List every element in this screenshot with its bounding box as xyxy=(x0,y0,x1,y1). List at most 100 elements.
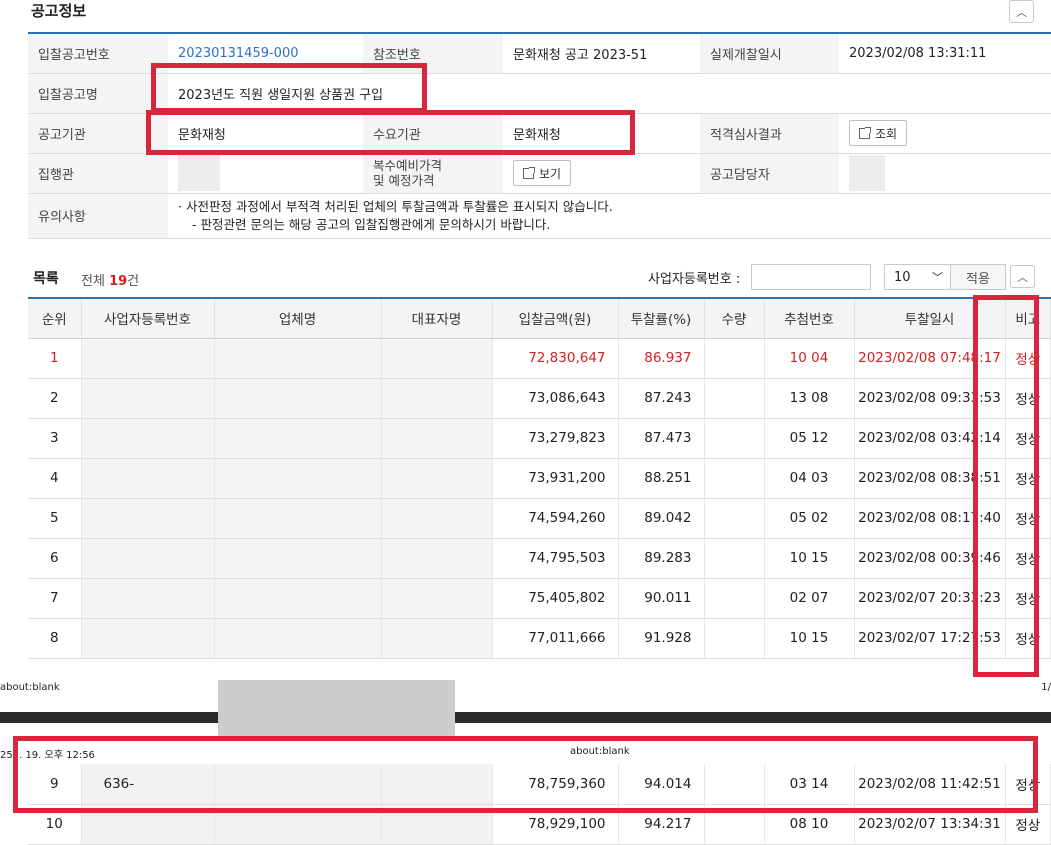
representative-cell xyxy=(381,618,493,659)
quantity-cell xyxy=(704,498,765,539)
rank-cell: 6 xyxy=(28,538,82,579)
price-button-label: 보기 xyxy=(539,166,562,181)
bid-time-cell: 2023/02/08 00:39:46 xyxy=(854,538,1006,579)
note-cell: 정상 xyxy=(1005,378,1051,419)
biz-no-cell xyxy=(81,418,215,459)
bid-time-cell: 2023/02/07 17:27:53 xyxy=(854,618,1006,659)
page-size-select[interactable]: 10 ﹀ xyxy=(884,264,952,290)
note-cell: 정상 xyxy=(1005,458,1051,499)
draw-number-cell: 02 07 xyxy=(764,578,855,619)
amount-cell: 78,929,100 xyxy=(492,804,619,845)
note-cell: 정상 xyxy=(1005,498,1051,539)
agency-label: 공고기관 xyxy=(28,113,168,154)
table-row[interactable]: 6 74,795,503 89.283 10 15 2023/02/08 00:39:4… xyxy=(28,538,1051,579)
open-date-value: 2023/02/08 13:31:11 xyxy=(839,33,1051,74)
table-row[interactable]: 8 77,011,666 91.928 10 15 2023/02/07 17:27:5… xyxy=(28,618,1051,659)
representative-cell xyxy=(381,498,493,539)
page-size-value: 10 xyxy=(894,269,911,285)
rate-cell: 91.928 xyxy=(618,618,705,659)
note-cell: 정상 xyxy=(1005,618,1051,659)
table-row[interactable]: 2 73,086,643 87.243 13 08 2023/02/08 09:33:5… xyxy=(28,378,1051,419)
draw-number-cell: 10 15 xyxy=(764,538,855,579)
bid-name-value: 2023년도 직원 생일지원 상품권 구입 xyxy=(168,73,1051,114)
bid-no-label: 입찰공고번호 xyxy=(28,33,168,74)
chevron-up-icon: ︿ xyxy=(1017,270,1028,284)
column-header: 입찰금액(원) xyxy=(492,298,619,339)
company-name-cell xyxy=(214,498,382,539)
representative-cell xyxy=(381,378,493,419)
price-label-line1: 복수예비가격 xyxy=(373,158,443,173)
redacted-block xyxy=(218,680,455,740)
bid-no-link[interactable]: 20230131459-000 xyxy=(178,46,299,61)
rate-cell: 94.014 xyxy=(618,764,705,805)
qualification-view-button[interactable]: 조회 xyxy=(849,120,908,146)
demand-label: 수요기관 xyxy=(363,113,503,154)
chevron-up-icon: ︿ xyxy=(1016,5,1027,19)
rate-cell: 88.251 xyxy=(618,458,705,499)
amount-cell: 72,830,647 xyxy=(492,338,619,379)
quantity-cell xyxy=(704,804,765,845)
amount-cell: 77,011,666 xyxy=(492,618,619,659)
table-row[interactable]: 1 72,830,647 86.937 10 04 2023/02/08 07:48:1… xyxy=(28,338,1051,379)
column-header: 업체명 xyxy=(214,298,382,339)
column-header: 비고 xyxy=(1005,298,1051,339)
table-row[interactable]: 9 636- 78,759,360 94.014 03 14 2023/02/08 11:… xyxy=(28,764,1051,805)
price-view-button[interactable]: 보기 xyxy=(513,160,572,186)
results-table-continued: 9 636- 78,759,360 94.014 03 14 2023/02/08 11:… xyxy=(28,764,1051,845)
company-name-cell xyxy=(214,418,382,459)
bid-time-cell: 2023/02/08 08:17:40 xyxy=(854,498,1006,539)
rate-cell: 87.473 xyxy=(618,418,705,459)
collapse-info-button[interactable]: ︿ xyxy=(1009,0,1034,23)
representative-cell xyxy=(381,804,493,845)
table-row[interactable]: 5 74,594,260 89.042 05 02 2023/02/08 08:17:4… xyxy=(28,498,1051,539)
table-row[interactable]: 10 78,929,100 94.217 08 10 2023/02/07 13:34:… xyxy=(28,804,1051,845)
bid-time-cell: 2023/02/08 07:48:17 xyxy=(854,338,1006,379)
biz-no-cell xyxy=(81,578,215,619)
biz-no-cell xyxy=(81,458,215,499)
table-row[interactable]: 7 75,405,802 90.011 02 07 2023/02/07 20:33:2… xyxy=(28,578,1051,619)
biz-no-search-label: 사업자등록번호 : xyxy=(648,272,741,287)
total-prefix: 전체 xyxy=(81,274,110,289)
company-name-cell xyxy=(214,378,382,419)
draw-number-cell: 04 03 xyxy=(764,458,855,499)
representative-cell xyxy=(381,458,493,499)
apply-button[interactable]: 적용 xyxy=(950,264,1006,290)
amount-cell: 74,594,260 xyxy=(492,498,619,539)
quantity-cell xyxy=(704,578,765,619)
quantity-cell xyxy=(704,538,765,579)
rate-cell: 89.042 xyxy=(618,498,705,539)
column-header: 사업자등록번호 xyxy=(81,298,215,339)
qualification-label: 적격심사결과 xyxy=(700,113,839,154)
print-footer-url: about:blank xyxy=(0,682,60,693)
rank-cell: 1 xyxy=(28,338,82,379)
demand-value: 문화재청 xyxy=(503,113,700,154)
manager-label: 공고담당자 xyxy=(700,153,839,194)
price-label: 복수예비가격 및 예정가격 xyxy=(363,153,503,194)
draw-number-cell: 13 08 xyxy=(764,378,855,419)
draw-number-cell: 05 12 xyxy=(764,418,855,459)
rank-cell: 9 xyxy=(28,764,82,805)
biz-no-cell xyxy=(81,378,215,419)
biz-no-cell: 636- xyxy=(81,764,215,805)
note-line-2: - 판정관련 문의는 해당 공고의 입찰집행관에게 문의하시기 바랍니다. xyxy=(192,216,551,232)
collapse-list-button[interactable]: ︿ xyxy=(1010,265,1035,288)
representative-cell xyxy=(381,578,493,619)
biz-no-cell xyxy=(81,538,215,579)
company-name-cell xyxy=(214,578,382,619)
quantity-cell xyxy=(704,418,765,459)
company-name-cell xyxy=(214,458,382,499)
table-row[interactable]: 3 73,279,823 87.473 05 12 2023/02/08 03:42:1… xyxy=(28,418,1051,459)
chevron-down-icon: ﹀ xyxy=(932,271,943,284)
bid-name-label: 입찰공고명 xyxy=(28,73,168,114)
table-row[interactable]: 4 73,931,200 88.251 04 03 2023/02/08 08:38:5… xyxy=(28,458,1051,499)
biz-no-search-input[interactable] xyxy=(751,264,871,290)
note-cell: 정상 xyxy=(1005,538,1051,579)
biz-no-cell xyxy=(81,804,215,845)
representative-cell xyxy=(381,338,493,379)
draw-number-cell: 10 04 xyxy=(764,338,855,379)
draw-number-cell: 03 14 xyxy=(764,764,855,805)
quantity-cell xyxy=(704,338,765,379)
rate-cell: 90.011 xyxy=(618,578,705,619)
quantity-cell xyxy=(704,378,765,419)
rank-cell: 2 xyxy=(28,378,82,419)
